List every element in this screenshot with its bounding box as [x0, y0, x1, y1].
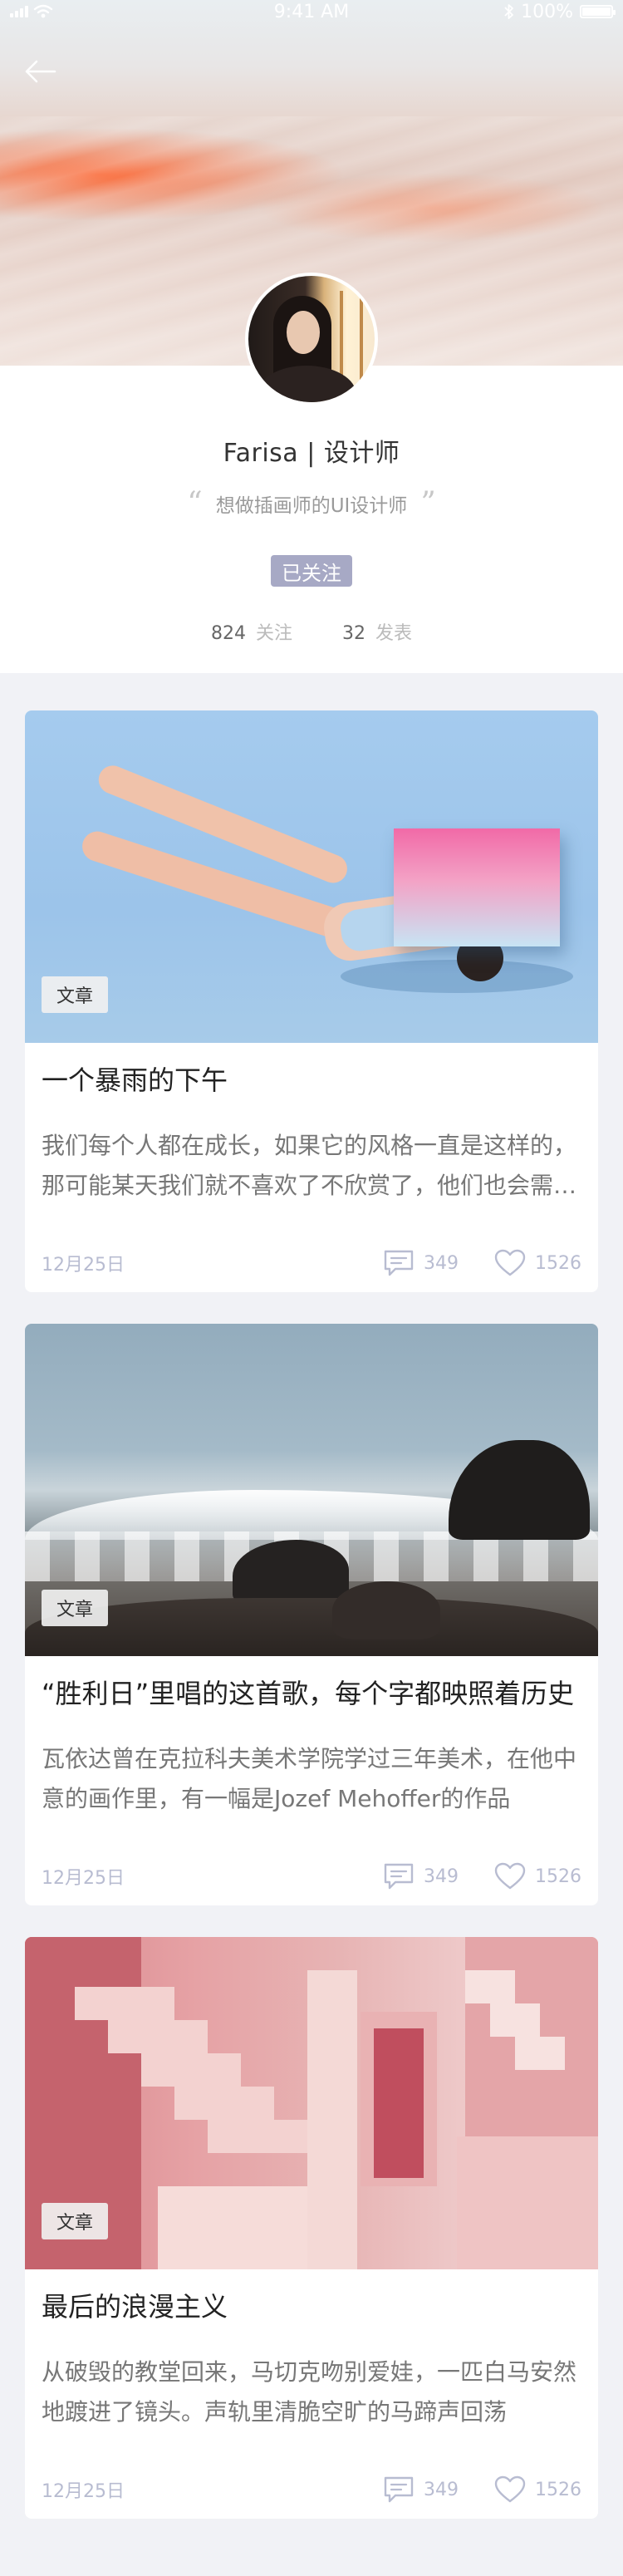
battery-icon [580, 5, 616, 18]
article-summary: 我们每个人都在成长，如果它的风格一直是这样的，那可能某天我们就不喜欢了不欣赏了，… [42, 1132, 577, 1199]
profile-name: Farisa | 设计师 [223, 439, 400, 468]
article-title: 一个暴雨的下午 [42, 1064, 228, 1096]
heart-icon [494, 1862, 526, 1890]
bluetooth-icon [504, 4, 513, 19]
like-count: 1526 [535, 2479, 581, 2500]
status-bar: 9:41 AM 100% [0, 0, 623, 23]
article-tag: 文章 [42, 976, 109, 1013]
article-date: 12月25日 [42, 1868, 125, 1889]
article-title: “胜利日”里唱的这首歌，每个字都映照着历史 [42, 1678, 575, 1709]
article-tag: 文章 [42, 1590, 109, 1626]
comment-count: 349 [424, 1866, 459, 1887]
avatar-face [287, 311, 320, 354]
article-actions: 349 1526 [382, 1249, 581, 1277]
article-feed: 文章 一个暴雨的下午 我们每个人都在成长，如果它的风格一直是这样的，那可能某天我… [0, 673, 623, 2519]
wifi-icon [33, 4, 53, 18]
stat-label: 关注 [255, 623, 292, 644]
article-date: 12月25日 [42, 2481, 125, 2502]
stat-label: 发表 [375, 623, 413, 644]
article-actions: 349 1526 [382, 1862, 581, 1890]
article-summary: 瓦依达曾在克拉科夫美术学院学过三年美术，在他中意的画作里，有一幅是Jozef M… [42, 1745, 577, 1812]
comment-button[interactable]: 349 [382, 1249, 459, 1277]
profile-section: Farisa | 设计师 “ 想做插画师的UI设计师 ” 已关注 824 关注 … [0, 273, 623, 673]
profile-motto: “ 想做插画师的UI设计师 ” [0, 489, 623, 519]
stat-count: 824 [210, 623, 246, 644]
back-button[interactable] [22, 53, 58, 90]
like-button[interactable]: 1526 [493, 1862, 581, 1890]
battery-percentage: 100% [521, 1, 573, 22]
status-left [10, 4, 53, 19]
battery-fill [582, 7, 611, 16]
close-quote-icon: ” [420, 486, 436, 520]
article-image: 文章 [25, 1937, 598, 2269]
like-button[interactable]: 1526 [493, 2475, 581, 2504]
status-time: 9:41 AM [273, 1, 350, 22]
comment-icon [384, 1250, 414, 1276]
article-title: 最后的浪漫主义 [42, 2291, 228, 2323]
stat-count: 32 [342, 623, 365, 644]
comment-count: 349 [424, 2479, 459, 2500]
article-footer: 12月25日 349 1526 [42, 2475, 581, 2504]
stat-following[interactable]: 824 关注 [211, 618, 292, 645]
heart-icon [494, 2475, 526, 2503]
comment-icon [384, 2476, 414, 2503]
article-footer: 12月25日 349 1526 [42, 1249, 581, 1277]
heart-icon [494, 1249, 526, 1276]
stat-posts[interactable]: 32 发表 [342, 618, 412, 645]
like-count: 1526 [535, 1866, 581, 1887]
arrow-left-icon [25, 60, 56, 83]
article-actions: 349 1526 [382, 2475, 581, 2504]
comment-icon [384, 1863, 414, 1890]
article-image: 文章 [25, 710, 598, 1043]
open-quote-icon: “ [187, 486, 203, 520]
comment-button[interactable]: 349 [382, 2475, 459, 2504]
article-summary: 从破毁的教堂回来，马切克吻别爱娃，一匹白马安然地踱进了镜头。声轨里清脆空旷的马蹄… [42, 2358, 577, 2426]
motto-text: 想做插画师的UI设计师 [215, 495, 408, 517]
article-card[interactable]: 文章 一个暴雨的下午 我们每个人都在成长，如果它的风格一直是这样的，那可能某天我… [25, 710, 598, 1292]
status-right: 100% [504, 1, 616, 22]
article-footer: 12月25日 349 1526 [42, 1862, 581, 1890]
comment-button[interactable]: 349 [382, 1862, 459, 1890]
follow-button[interactable]: 已关注 [271, 555, 352, 587]
like-button[interactable]: 1526 [493, 1249, 581, 1277]
avatar-window [340, 291, 363, 382]
article-tag: 文章 [42, 2203, 109, 2239]
article-card[interactable]: 文章 最后的浪漫主义 从破毁的教堂回来，马切克吻别爱娃，一匹白马安然地踱进了镜头… [25, 1937, 598, 2519]
like-count: 1526 [535, 1252, 581, 1274]
avatar[interactable] [245, 273, 378, 406]
profile-stats: 824 关注 32 发表 [0, 618, 623, 645]
article-card[interactable]: 文章 “胜利日”里唱的这首歌，每个字都映照着历史 瓦依达曾在克拉科夫美术学院学过… [25, 1324, 598, 1905]
signal-icon [10, 6, 28, 17]
article-image: 文章 [25, 1324, 598, 1656]
comment-count: 349 [424, 1252, 459, 1274]
article-date: 12月25日 [42, 1255, 125, 1276]
